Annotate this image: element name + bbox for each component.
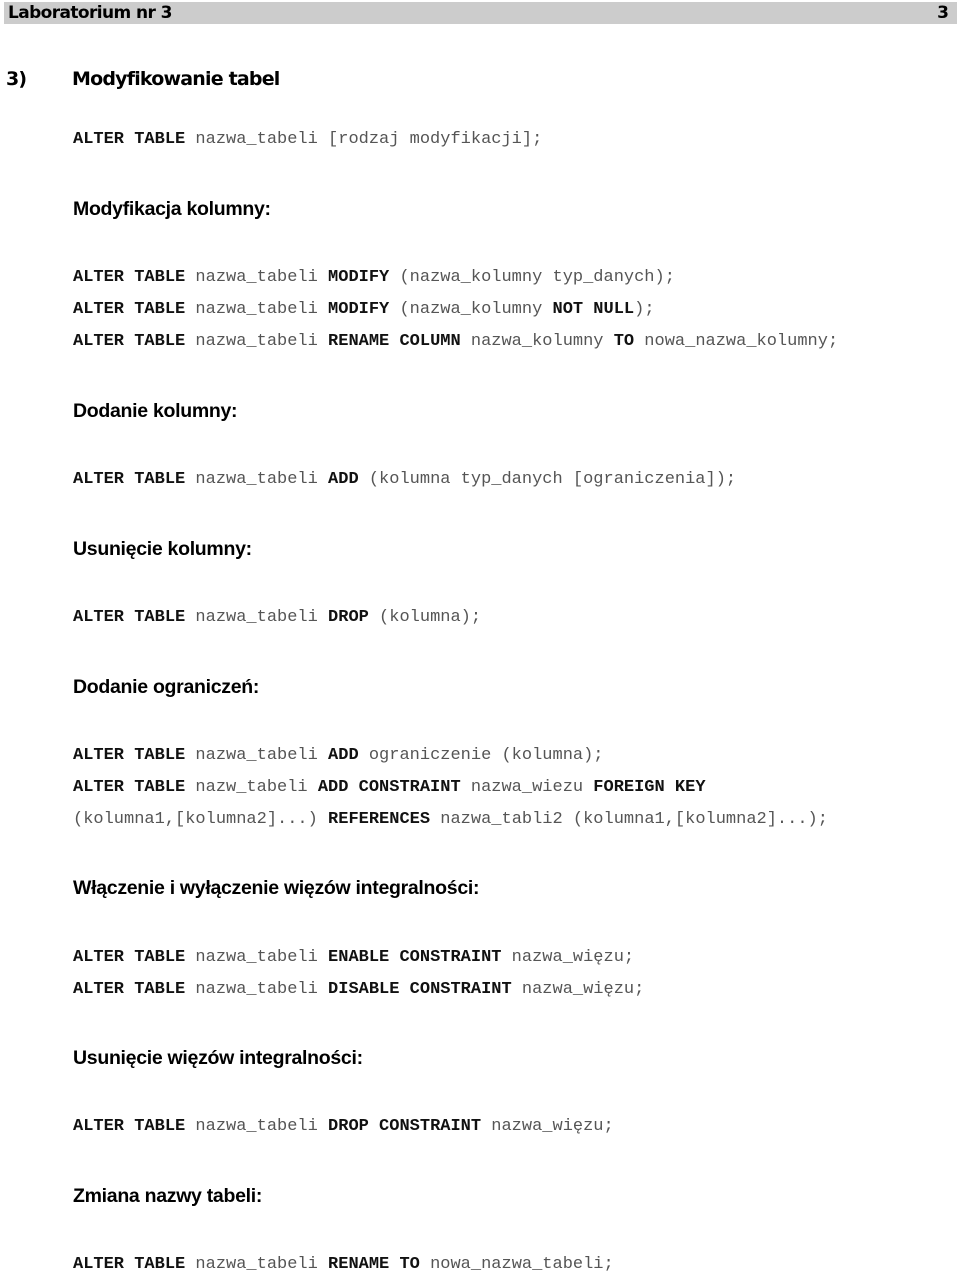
sql-text: nazwa_tabeli (185, 470, 329, 489)
sql-text: (nazwa_kolumny typ_danych); (389, 268, 675, 287)
sql-keyword: MODIFY (328, 268, 390, 287)
sql-code-line: ALTER TABLE nazwa_tabeli DROP CONSTRAINT… (73, 1117, 614, 1136)
section-number: 3) (6, 68, 27, 90)
sql-code-line: ALTER TABLE nazwa_tabeli [rodzaj modyfik… (73, 130, 542, 149)
sql-keyword: DROP CONSTRAINT (328, 1117, 482, 1136)
sql-keyword: ALTER TABLE (73, 268, 186, 287)
sql-code-line: (kolumna1,[kolumna2]...) REFERENCES nazw… (73, 810, 828, 829)
header-title: Laboratorium nr 3 (8, 3, 172, 23)
sql-text: nazwa_tabeli (185, 608, 329, 627)
sql-code-line: ALTER TABLE nazwa_tabeli ADD ograniczeni… (73, 746, 604, 765)
sql-keyword: ALTER TABLE (73, 980, 186, 999)
sql-text: nazwa_kolumny (460, 332, 614, 351)
sql-text: nazwa_wiezu (460, 778, 594, 797)
sql-keyword: ALTER TABLE (73, 948, 186, 967)
sql-code-line: ALTER TABLE nazwa_tabeli ADD (kolumna ty… (73, 470, 736, 489)
sql-text: nazwa_tabeli (185, 948, 329, 967)
sql-text: ); (634, 300, 655, 319)
sql-keyword: ENABLE CONSTRAINT (328, 948, 502, 967)
sql-keyword: ALTER TABLE (73, 332, 186, 351)
sql-keyword: ADD (328, 470, 359, 489)
sql-text: (kolumna typ_danych [ograniczenia]); (358, 470, 737, 489)
sql-text: nazwa_tabeli (185, 268, 329, 287)
sql-keyword: RENAME TO (328, 1255, 420, 1274)
subsection-heading: Usunięcie kolumny: (73, 538, 252, 560)
sql-keyword: ALTER TABLE (73, 470, 186, 489)
sql-keyword: ADD (328, 746, 359, 765)
subsection-heading: Włączenie i wyłączenie więzów integralno… (73, 877, 480, 899)
sql-text: nowa_nazwa_tabeli; (419, 1255, 614, 1274)
subsection-heading: Modyfikacja kolumny: (73, 198, 271, 220)
page-number: 3 (937, 3, 949, 23)
sql-code-line: ALTER TABLE nazwa_tabeli RENAME TO nowa_… (73, 1255, 614, 1274)
sql-keyword: ALTER TABLE (73, 300, 186, 319)
sql-text: nazwa_tabeli (185, 980, 329, 999)
subsection-heading: Zmiana nazwy tabeli: (73, 1185, 263, 1207)
sql-code-line: ALTER TABLE nazwa_tabeli DROP (kolumna); (73, 608, 481, 627)
sql-text: nazw_tabeli (185, 778, 318, 797)
sql-text: nowa_nazwa_kolumny; (634, 332, 839, 351)
sql-keyword: ALTER TABLE (73, 746, 186, 765)
sql-text: ograniczenie (kolumna); (358, 746, 604, 765)
sql-text: nazwa_tabeli (185, 1255, 329, 1274)
sql-code-line: ALTER TABLE nazwa_tabeli DISABLE CONSTRA… (73, 980, 644, 999)
sql-code-line: ALTER TABLE nazwa_tabeli ENABLE CONSTRAI… (73, 948, 634, 967)
sql-text: nazwa_tabeli (185, 746, 329, 765)
sql-keyword: ALTER TABLE (73, 608, 186, 627)
sql-text: nazwa_więzu; (511, 980, 645, 999)
sql-text: (kolumna1,[kolumna2]...) (73, 810, 329, 829)
sql-code-line: ALTER TABLE nazwa_tabeli MODIFY (nazwa_k… (73, 268, 675, 287)
sql-text: nazwa_więzu; (481, 1117, 614, 1136)
sql-code-line: ALTER TABLE nazwa_tabeli RENAME COLUMN n… (73, 332, 838, 351)
sql-text: nazwa_tabeli [rodzaj modyfikacji]; (185, 130, 543, 149)
sql-keyword: ALTER TABLE (73, 130, 186, 149)
sql-text: nazwa_tabeli (185, 1117, 329, 1136)
sql-keyword: NOT NULL (552, 300, 635, 319)
sql-keyword: MODIFY (328, 300, 390, 319)
sql-text: nazwa_tabeli (185, 332, 329, 351)
subsection-heading: Usunięcie więzów integralności: (73, 1047, 363, 1069)
sql-text: nazwa_tabli2 (kolumna1,[kolumna2]...); (430, 810, 828, 829)
sql-keyword: ADD CONSTRAINT (317, 778, 461, 797)
sql-keyword: TO (613, 332, 635, 351)
sql-text: nazwa_tabeli (185, 300, 329, 319)
sql-keyword: FOREIGN KEY (593, 778, 706, 797)
sql-keyword: ALTER TABLE (73, 1255, 186, 1274)
sql-text: (kolumna); (368, 608, 482, 627)
sql-text: (nazwa_kolumny (389, 300, 553, 319)
sql-keyword: DROP (328, 608, 369, 627)
sql-code-line: ALTER TABLE nazw_tabeli ADD CONSTRAINT n… (73, 778, 706, 797)
subsection-heading: Dodanie ograniczeń: (73, 676, 260, 698)
sql-keyword: ALTER TABLE (73, 1117, 186, 1136)
sql-keyword: RENAME COLUMN (328, 332, 461, 351)
subsection-heading: Dodanie kolumny: (73, 400, 238, 422)
page-header: Laboratorium nr 3 3 (4, 2, 957, 24)
sql-text: nazwa_więzu; (501, 948, 635, 967)
section-label: Modyfikowanie tabel (72, 68, 280, 90)
sql-keyword: REFERENCES (328, 810, 431, 829)
sql-keyword: ALTER TABLE (73, 778, 186, 797)
sql-keyword: DISABLE CONSTRAINT (328, 980, 512, 999)
sql-code-line: ALTER TABLE nazwa_tabeli MODIFY (nazwa_k… (73, 300, 655, 319)
